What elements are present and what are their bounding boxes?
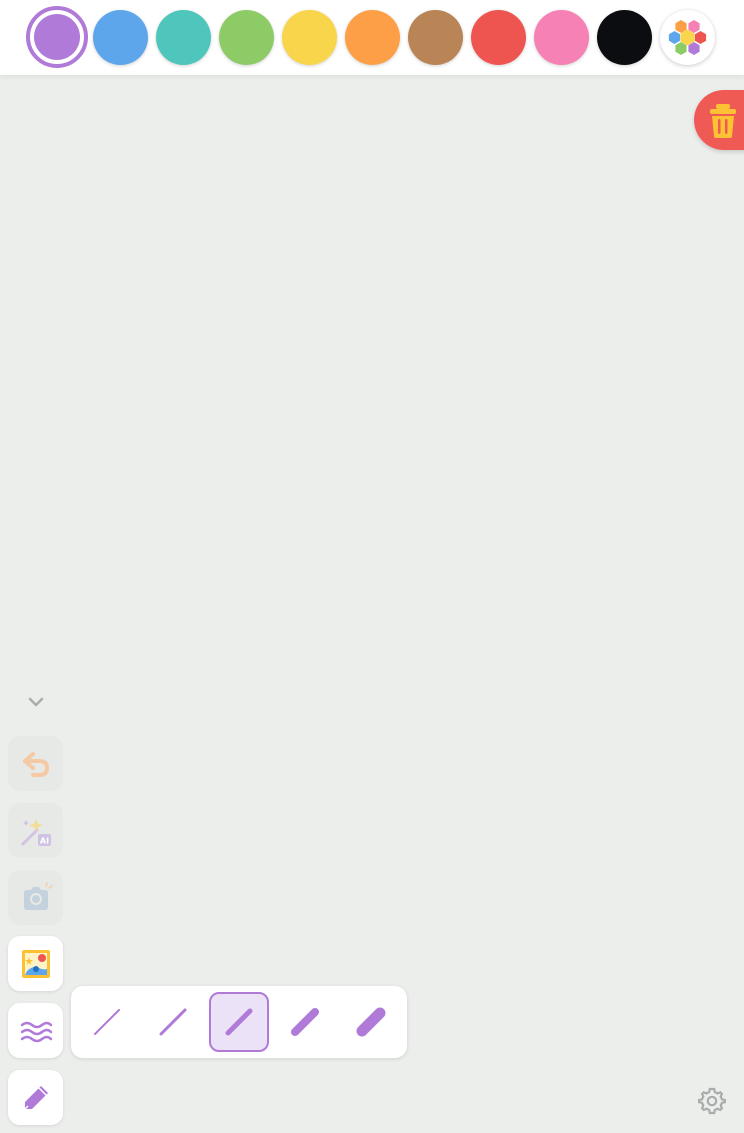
- color-swatch-green[interactable]: [219, 10, 274, 65]
- brush-size-thin[interactable]: [143, 992, 203, 1052]
- brush-size-panel: [71, 986, 407, 1058]
- pen-icon: [23, 1085, 48, 1110]
- color-swatch-purple[interactable]: [26, 6, 88, 68]
- color-swatch-black[interactable]: [597, 10, 652, 65]
- pen-button[interactable]: [8, 1070, 63, 1125]
- svg-text:AI: AI: [39, 836, 48, 845]
- color-swatch-brown[interactable]: [408, 10, 463, 65]
- brush-stroke-icon: [356, 1007, 386, 1037]
- wavy-lines-icon: [20, 1021, 52, 1042]
- color-swatch-yellow[interactable]: [282, 10, 337, 65]
- ai-magic-button[interactable]: AI: [8, 803, 63, 858]
- camera-button[interactable]: [8, 870, 63, 925]
- color-swatch-orange[interactable]: [345, 10, 400, 65]
- brush-size-thick[interactable]: [275, 992, 335, 1052]
- trash-icon: [710, 104, 736, 138]
- brush-size-extra-thick[interactable]: [341, 992, 401, 1052]
- brush-stroke-icon: [159, 1008, 187, 1036]
- color-swatch-blue[interactable]: [93, 10, 148, 65]
- color-swatch-pink[interactable]: [534, 10, 589, 65]
- brush-size-medium[interactable]: [209, 992, 269, 1052]
- brush-stroke-icon: [94, 1009, 120, 1035]
- more-colors-button[interactable]: [660, 10, 715, 65]
- gear-icon[interactable]: [698, 1087, 726, 1115]
- camera-icon: [23, 881, 53, 910]
- undo-button[interactable]: [8, 736, 63, 791]
- color-swatch-red[interactable]: [471, 10, 526, 65]
- color-swatch-teal[interactable]: [156, 10, 211, 65]
- hexagon-palette-icon: [668, 20, 707, 55]
- sticker-picture-icon: [21, 949, 50, 978]
- brush-stroke-icon: [225, 1008, 253, 1036]
- chevron-down-icon[interactable]: [24, 690, 48, 714]
- undo-icon: [22, 751, 49, 777]
- sticker-button[interactable]: [8, 936, 63, 991]
- magic-wand-ai-icon: AI: [21, 818, 51, 846]
- brush-size-extra-thin[interactable]: [77, 992, 137, 1052]
- color-palette-bar: [0, 0, 744, 75]
- brush-stroke-icon: [291, 1008, 319, 1036]
- brush-style-button[interactable]: [8, 1003, 63, 1058]
- clear-canvas-button[interactable]: [694, 90, 744, 150]
